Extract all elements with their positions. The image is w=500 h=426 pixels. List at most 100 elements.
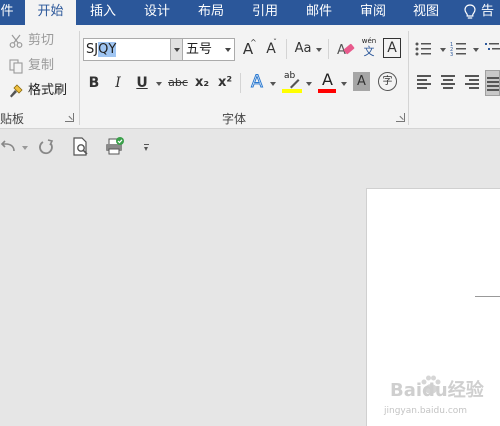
font-size-field[interactable]: 五号 — [183, 38, 235, 61]
chevron-down-icon[interactable] — [22, 146, 28, 150]
align-center-icon — [441, 83, 455, 85]
highlight-swatch — [282, 89, 302, 93]
highlight-color-button[interactable]: ab — [282, 71, 304, 95]
chevron-down-icon[interactable] — [144, 147, 148, 151]
font-name-field[interactable]: SJQY — [83, 38, 183, 61]
tab-design[interactable]: 设计 — [134, 0, 180, 25]
align-right-button[interactable] — [465, 75, 481, 89]
lightbulb-icon[interactable] — [461, 3, 479, 21]
text-effects-button[interactable]: A — [248, 71, 266, 93]
justify-icon — [487, 89, 499, 91]
align-left-icon — [417, 79, 427, 81]
copy-button[interactable]: 复制 — [8, 56, 54, 76]
font-color-swatch — [318, 89, 336, 93]
print-icon[interactable] — [104, 136, 126, 156]
font-color-label: A — [322, 70, 333, 89]
align-center-icon — [443, 87, 453, 89]
chevron-down-icon[interactable] — [473, 48, 479, 52]
align-left-button[interactable] — [417, 75, 433, 89]
character-shading-button[interactable]: A — [353, 72, 370, 91]
group-divider — [79, 31, 80, 125]
caret-up-icon: ^ — [250, 38, 257, 47]
grow-font-button[interactable]: A ^ — [239, 38, 257, 60]
align-center-icon — [443, 79, 453, 81]
justify-button[interactable] — [485, 70, 500, 96]
superscript-button[interactable]: x² — [216, 72, 234, 94]
align-left-icon — [417, 87, 427, 89]
tab-mailings[interactable]: 邮件 — [296, 0, 342, 25]
font-name-dropdown[interactable] — [170, 38, 183, 61]
align-center-icon — [441, 75, 455, 77]
font-launcher-icon[interactable] — [396, 113, 405, 122]
tell-me-box[interactable]: 告 — [481, 0, 494, 25]
group-divider — [240, 73, 241, 93]
clipboard-group-label: 贴板 — [0, 112, 25, 126]
enclose-characters-button[interactable]: 字 — [378, 72, 397, 91]
scissors-icon — [9, 34, 23, 48]
margin-marker — [475, 296, 500, 297]
numbering-button[interactable]: 1 2 3 — [450, 40, 472, 58]
watermark-url: jingyan.baidu.com — [384, 406, 468, 416]
subscript-button[interactable]: x₂ — [193, 72, 211, 94]
justify-icon — [487, 77, 499, 79]
redo-icon[interactable] — [38, 138, 56, 156]
align-right-icon — [465, 75, 479, 77]
phonetic-guide-button[interactable]: wén 文 — [360, 37, 378, 61]
font-size-value: 五号 — [186, 42, 213, 57]
tab-review[interactable]: 审阅 — [350, 0, 396, 25]
tab-view[interactable]: 视图 — [403, 0, 449, 25]
clear-formatting-icon[interactable]: A — [336, 39, 356, 59]
justify-icon — [487, 85, 499, 87]
align-left-icon — [417, 75, 431, 77]
group-divider — [408, 31, 409, 125]
bold-button[interactable]: B — [86, 72, 102, 94]
tab-home[interactable]: 开始 — [25, 0, 76, 25]
tab-references[interactable]: 引用 — [242, 0, 288, 25]
multilevel-list-button[interactable] — [484, 40, 500, 58]
font-color-button[interactable]: A — [318, 70, 338, 96]
marker-icon — [290, 79, 300, 89]
change-case-button[interactable]: Aa — [292, 38, 314, 60]
customize-toolbar-icon[interactable] — [144, 144, 149, 145]
chevron-down-icon[interactable] — [316, 48, 322, 52]
format-painter-button[interactable]: 格式刷 — [8, 81, 67, 101]
format-painter-label: 格式刷 — [28, 83, 68, 98]
tab-file[interactable]: 件 — [0, 0, 14, 25]
cut-label: 剪切 — [28, 33, 55, 48]
bullets-button[interactable] — [414, 40, 438, 58]
cut-button[interactable]: 剪切 — [8, 31, 54, 51]
font-group-label: 字体 — [222, 112, 247, 126]
clipboard-launcher-icon[interactable] — [65, 113, 74, 122]
strikethrough-button[interactable]: abc — [166, 72, 190, 94]
undo-icon[interactable] — [0, 138, 18, 156]
group-divider — [286, 39, 287, 59]
chevron-down-icon[interactable] — [270, 82, 276, 86]
quick-access-toolbar — [0, 130, 500, 164]
chevron-down-icon[interactable] — [341, 82, 347, 86]
tab-insert[interactable]: 插入 — [80, 0, 126, 25]
svg-text:3: 3 — [450, 52, 453, 58]
multilevel-list-icon — [485, 43, 500, 50]
group-divider — [328, 39, 329, 59]
chevron-down-icon[interactable] — [225, 48, 231, 52]
underline-button[interactable]: U — [134, 72, 150, 94]
justify-icon — [487, 81, 499, 83]
chevron-down-icon[interactable] — [440, 48, 446, 52]
character-border-button[interactable]: A — [383, 38, 401, 58]
ribbon-home: 剪切 复制 格式刷 贴板 SJQY 五号 A ^ Aˇ Aa A wén 文 A… — [0, 25, 500, 129]
align-right-icon — [469, 87, 479, 89]
chevron-down-icon[interactable] — [306, 82, 312, 86]
chevron-down-icon[interactable] — [156, 82, 162, 86]
phonetic-top: wén — [361, 37, 377, 45]
italic-button[interactable]: I — [110, 72, 126, 94]
bullet-list-icon — [415, 42, 431, 56]
shrink-font-button[interactable]: Aˇ — [262, 38, 280, 60]
align-center-button[interactable] — [441, 75, 457, 89]
align-right-icon — [465, 83, 479, 85]
chevron-down-icon — [174, 48, 180, 52]
print-preview-icon[interactable] — [71, 137, 91, 157]
tab-layout[interactable]: 布局 — [188, 0, 234, 25]
format-painter-icon — [10, 83, 23, 97]
numbered-list-icon: 1 2 3 — [450, 42, 466, 58]
copy-icon — [9, 58, 23, 74]
